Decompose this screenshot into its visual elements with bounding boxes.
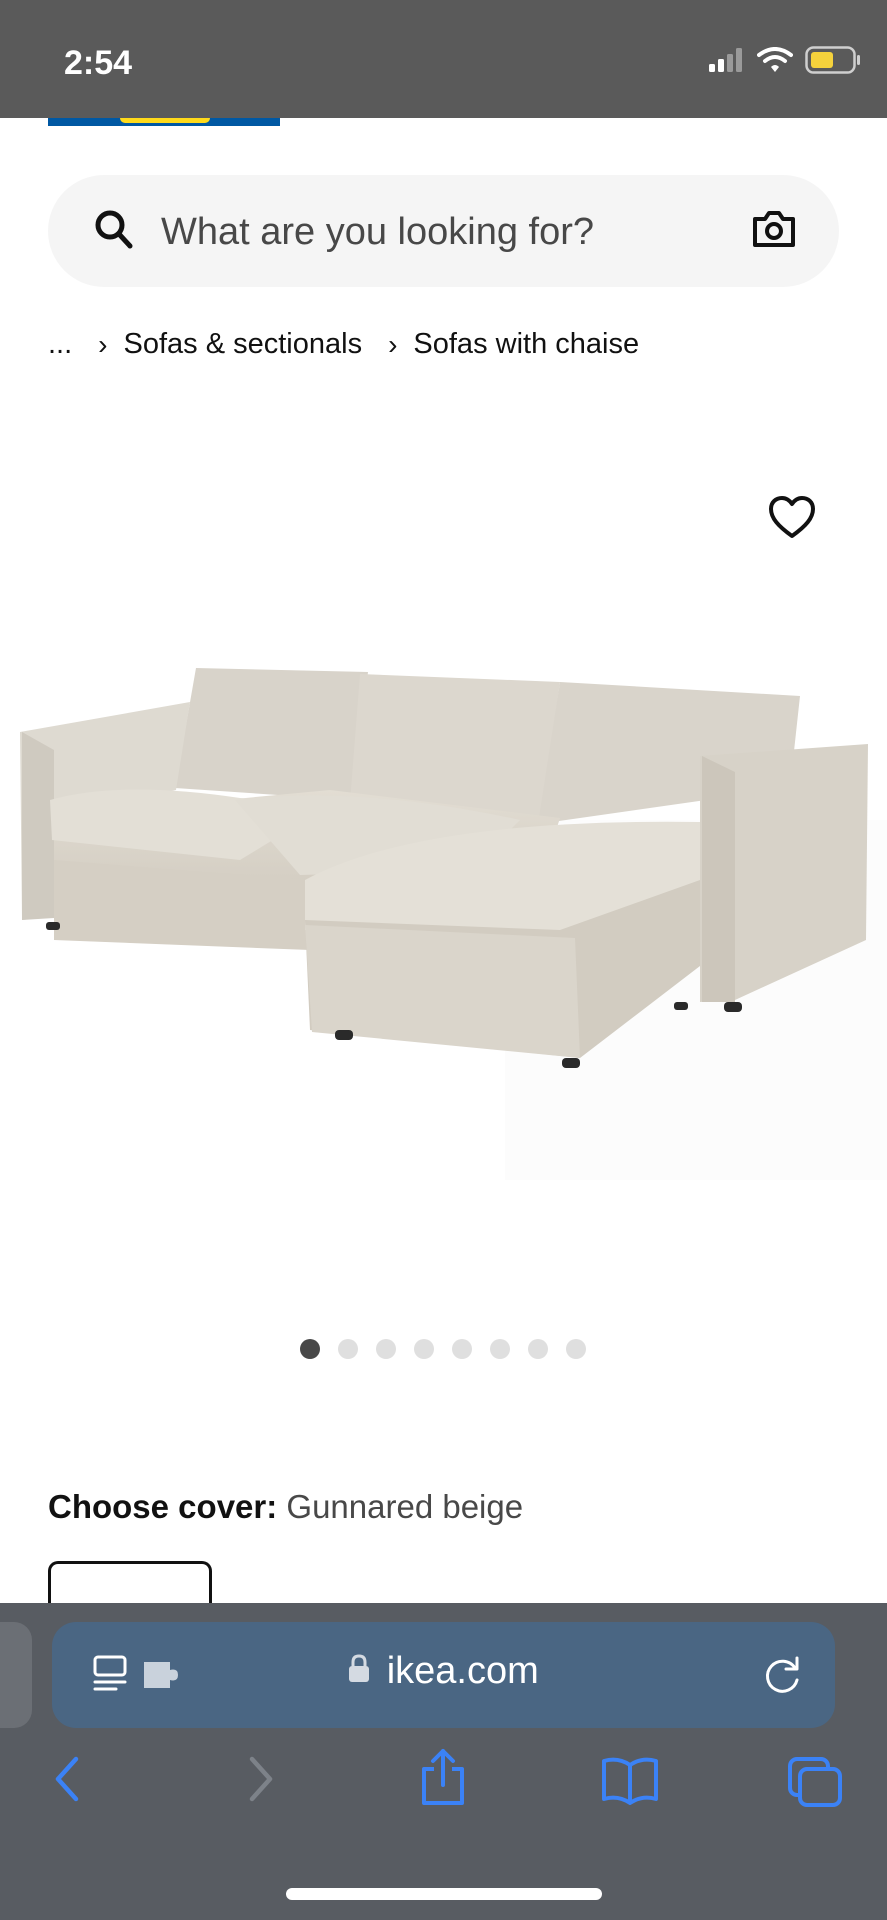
breadcrumb-item-sofas-with-chaise[interactable]: Sofas with chaise [413,328,639,361]
carousel-dot[interactable] [528,1339,548,1359]
safari-toolbar [0,1749,887,1825]
cover-selector: Choose cover: Gunnared beige [48,1488,523,1526]
carousel-dot[interactable] [338,1339,358,1359]
breadcrumb-ellipsis[interactable]: ... [48,328,72,361]
url-display[interactable]: ikea.com [52,1650,835,1693]
status-bar: 2:54 [0,0,887,118]
forward-icon[interactable] [246,1755,276,1810]
breadcrumb-item-sofas-sectionals[interactable]: Sofas & sectionals [124,328,363,361]
ikea-logo-yellow [120,118,210,123]
home-indicator [286,1888,602,1900]
wifi-icon [757,47,793,78]
carousel-dot[interactable] [566,1339,586,1359]
battery-icon [805,46,861,79]
search-bar[interactable]: What are you looking for? [48,175,839,287]
reload-icon[interactable] [763,1654,803,1701]
previous-tab-peek[interactable] [0,1622,32,1728]
carousel-dot[interactable] [414,1339,434,1359]
carousel-dot[interactable] [452,1339,472,1359]
address-bar[interactable]: ikea.com [52,1622,835,1728]
lock-icon [348,1654,370,1689]
url-text: ikea.com [386,1650,539,1692]
back-icon[interactable] [52,1755,82,1810]
status-icons [709,46,861,79]
chevron-right-icon: › [388,328,398,360]
product-image[interactable] [0,640,887,1200]
cover-value: Gunnared beige [286,1488,524,1525]
carousel-dot[interactable] [300,1339,320,1359]
share-icon[interactable] [418,1747,468,1812]
tabs-icon[interactable] [786,1755,844,1814]
search-icon [94,209,134,256]
status-time: 2:54 [64,44,133,82]
breadcrumb: ... › Sofas & sectionals › Sofas with ch… [48,328,639,361]
carousel-dot[interactable] [376,1339,396,1359]
cellular-signal-icon [709,48,745,77]
carousel-dots [300,1339,586,1359]
bookmarks-icon[interactable] [600,1755,660,1810]
cover-label: Choose cover: [48,1488,278,1525]
search-input[interactable]: What are you looking for? [161,211,594,254]
heart-icon[interactable] [768,496,816,545]
chevron-right-icon: › [98,328,108,360]
camera-icon[interactable] [751,209,797,254]
carousel-dot[interactable] [490,1339,510,1359]
